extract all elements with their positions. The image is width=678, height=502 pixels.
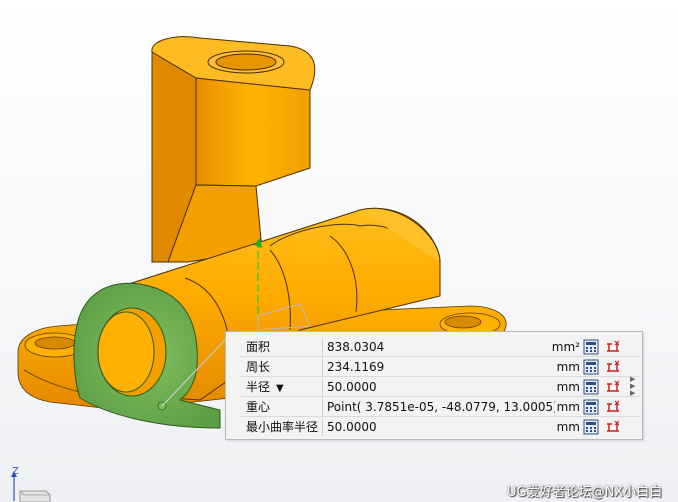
measure-results-panel: 面积 838.0304 mm² 周长 234.1169 mm 半径 ▼ 50.00… bbox=[225, 331, 643, 440]
export-icon[interactable] bbox=[605, 339, 621, 355]
export-icon[interactable] bbox=[605, 379, 621, 395]
radius-value[interactable]: 50.0000 bbox=[327, 378, 555, 396]
area-label: 面积 bbox=[246, 340, 271, 354]
vertical-arm bbox=[151, 36, 316, 263]
perimeter-unit: mm bbox=[556, 360, 580, 374]
measure-row-min-curvature-radius: 最小曲率半径 50.0000 mm bbox=[240, 418, 640, 437]
column-divider bbox=[322, 418, 323, 436]
radius-unit: mm bbox=[556, 380, 580, 394]
area-unit: mm² bbox=[551, 340, 580, 354]
panel-expand-arrows[interactable]: ▶ ▶ ▶ bbox=[630, 376, 642, 400]
measure-row-area: 面积 838.0304 mm² bbox=[240, 338, 640, 357]
min-curvature-radius-unit: mm bbox=[556, 420, 580, 434]
measure-row-centroid: 重心 Point( 3.7851e-05, -48.0779, 13.0005)… bbox=[240, 398, 640, 417]
area-value[interactable]: 838.0304 bbox=[327, 338, 555, 356]
export-icon[interactable] bbox=[605, 399, 621, 415]
column-divider bbox=[322, 378, 323, 396]
column-divider bbox=[322, 398, 323, 416]
dropdown-arrow-icon[interactable]: ▼ bbox=[276, 383, 284, 394]
column-divider bbox=[322, 338, 323, 356]
min-curvature-radius-value[interactable]: 50.0000 bbox=[327, 418, 555, 436]
watermark: UG爱好者论坛@NX小白白 bbox=[507, 485, 663, 500]
calculator-icon[interactable] bbox=[583, 419, 599, 435]
calculator-icon[interactable] bbox=[583, 359, 599, 375]
measure-row-perimeter: 周长 234.1169 mm bbox=[240, 358, 640, 377]
column-divider bbox=[322, 358, 323, 376]
min-curvature-radius-label: 最小曲率半径 bbox=[246, 420, 319, 434]
export-icon[interactable] bbox=[605, 419, 621, 435]
export-icon[interactable] bbox=[605, 359, 621, 375]
centroid-unit: mm bbox=[556, 400, 580, 414]
measure-row-radius: 半径 ▼ 50.0000 mm bbox=[240, 378, 640, 397]
arrow-right-icon: ▶ bbox=[630, 389, 636, 397]
calculator-icon[interactable] bbox=[583, 399, 599, 415]
z-axis-label: Z bbox=[12, 466, 19, 477]
calculator-icon[interactable] bbox=[583, 379, 599, 395]
calculator-icon[interactable] bbox=[583, 339, 599, 355]
centroid-value[interactable]: Point( 3.7851e-05, -48.0779, 13.0005) bbox=[327, 398, 555, 416]
radius-label[interactable]: 半径 ▼ bbox=[246, 378, 318, 396]
centroid-label: 重心 bbox=[246, 400, 271, 414]
perimeter-label: 周长 bbox=[246, 360, 271, 374]
radius-label-text: 半径 bbox=[246, 380, 271, 394]
perimeter-value[interactable]: 234.1169 bbox=[327, 358, 555, 376]
